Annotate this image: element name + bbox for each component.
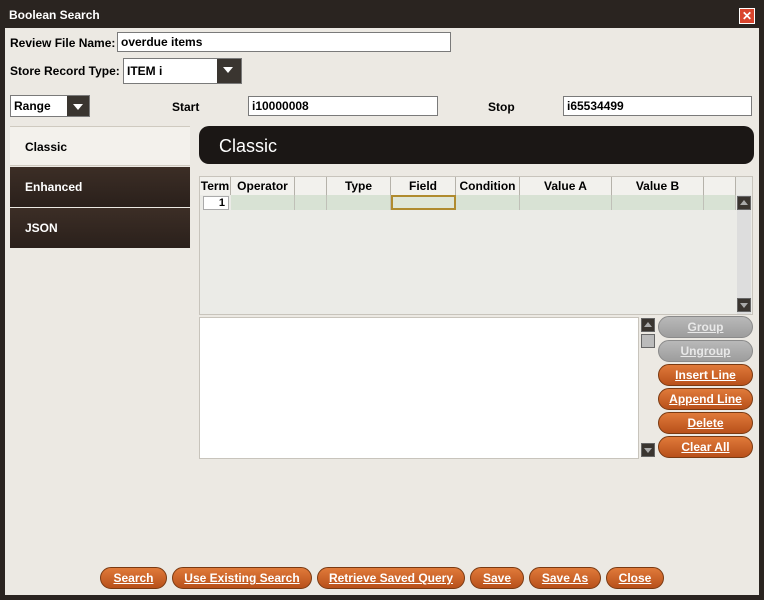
save-as-button[interactable]: Save As: [529, 567, 601, 589]
close-window-icon[interactable]: ✕: [739, 8, 755, 24]
column-header: Type: [327, 177, 391, 195]
range-value: Range: [14, 99, 51, 113]
stop-input[interactable]: [563, 96, 752, 116]
tab-json[interactable]: JSON: [10, 208, 190, 248]
column-header: [704, 177, 736, 195]
grid-cell[interactable]: [704, 195, 736, 210]
operator-cell[interactable]: [231, 195, 295, 210]
value-b-cell[interactable]: [612, 195, 704, 210]
search-expression-area[interactable]: [199, 317, 639, 459]
save-button[interactable]: Save: [470, 567, 524, 589]
column-header: Condition: [456, 177, 520, 195]
scroll-down-icon[interactable]: [641, 443, 655, 457]
column-header: Value A: [520, 177, 612, 195]
panel-title: Classic: [199, 126, 754, 164]
column-header: Term: [200, 177, 231, 195]
term-number: 1: [203, 196, 229, 210]
store-record-type-label: Store Record Type:: [10, 64, 120, 78]
retrieve-saved-query-button[interactable]: Retrieve Saved Query: [317, 567, 465, 589]
range-select[interactable]: Range: [10, 95, 90, 117]
scroll-up-icon[interactable]: [641, 318, 655, 332]
store-record-type-select[interactable]: ITEM i: [123, 58, 242, 84]
chevron-down-icon[interactable]: [217, 59, 241, 83]
close-button[interactable]: Close: [606, 567, 664, 589]
start-input[interactable]: [248, 96, 438, 116]
field-cell[interactable]: [391, 195, 456, 210]
review-file-input[interactable]: [117, 32, 451, 52]
chevron-down-icon[interactable]: [67, 96, 89, 116]
column-header: Value B: [612, 177, 704, 195]
use-existing-search-button[interactable]: Use Existing Search: [172, 567, 312, 589]
boolean-search-window: Boolean Search ✕ Review File Name: Store…: [0, 0, 764, 600]
tab-classic[interactable]: Classic: [10, 126, 190, 166]
start-label: Start: [172, 100, 200, 114]
value-a-cell[interactable]: [520, 195, 612, 210]
insert-line-button[interactable]: Insert Line: [658, 364, 753, 386]
window-title: Boolean Search: [9, 8, 100, 22]
append-line-button[interactable]: Append Line: [658, 388, 753, 410]
term-grid: Term Operator Type Field Condition Value…: [199, 176, 753, 315]
ungroup-button[interactable]: Ungroup: [658, 340, 753, 362]
grid-scrollbar[interactable]: [737, 195, 751, 314]
column-header: [295, 177, 327, 195]
search-button[interactable]: Search: [100, 567, 167, 589]
review-file-label: Review File Name:: [10, 36, 116, 50]
type-cell[interactable]: [327, 195, 391, 210]
clear-all-button[interactable]: Clear All: [658, 436, 753, 458]
scroll-up-icon[interactable]: [737, 196, 751, 210]
scroll-down-icon[interactable]: [737, 298, 751, 312]
tab-enhanced[interactable]: Enhanced: [10, 167, 190, 207]
group-button[interactable]: Group: [658, 316, 753, 338]
delete-button[interactable]: Delete: [658, 412, 753, 434]
column-header: Field: [391, 177, 456, 195]
scroll-thumb[interactable]: [641, 334, 655, 348]
condition-cell[interactable]: [456, 195, 520, 210]
grid-cell[interactable]: [295, 195, 327, 210]
stop-label: Stop: [488, 100, 515, 114]
title-bar: Boolean Search ✕: [0, 0, 764, 28]
column-header: Operator: [231, 177, 295, 195]
store-record-type-value: ITEM i: [127, 64, 163, 78]
